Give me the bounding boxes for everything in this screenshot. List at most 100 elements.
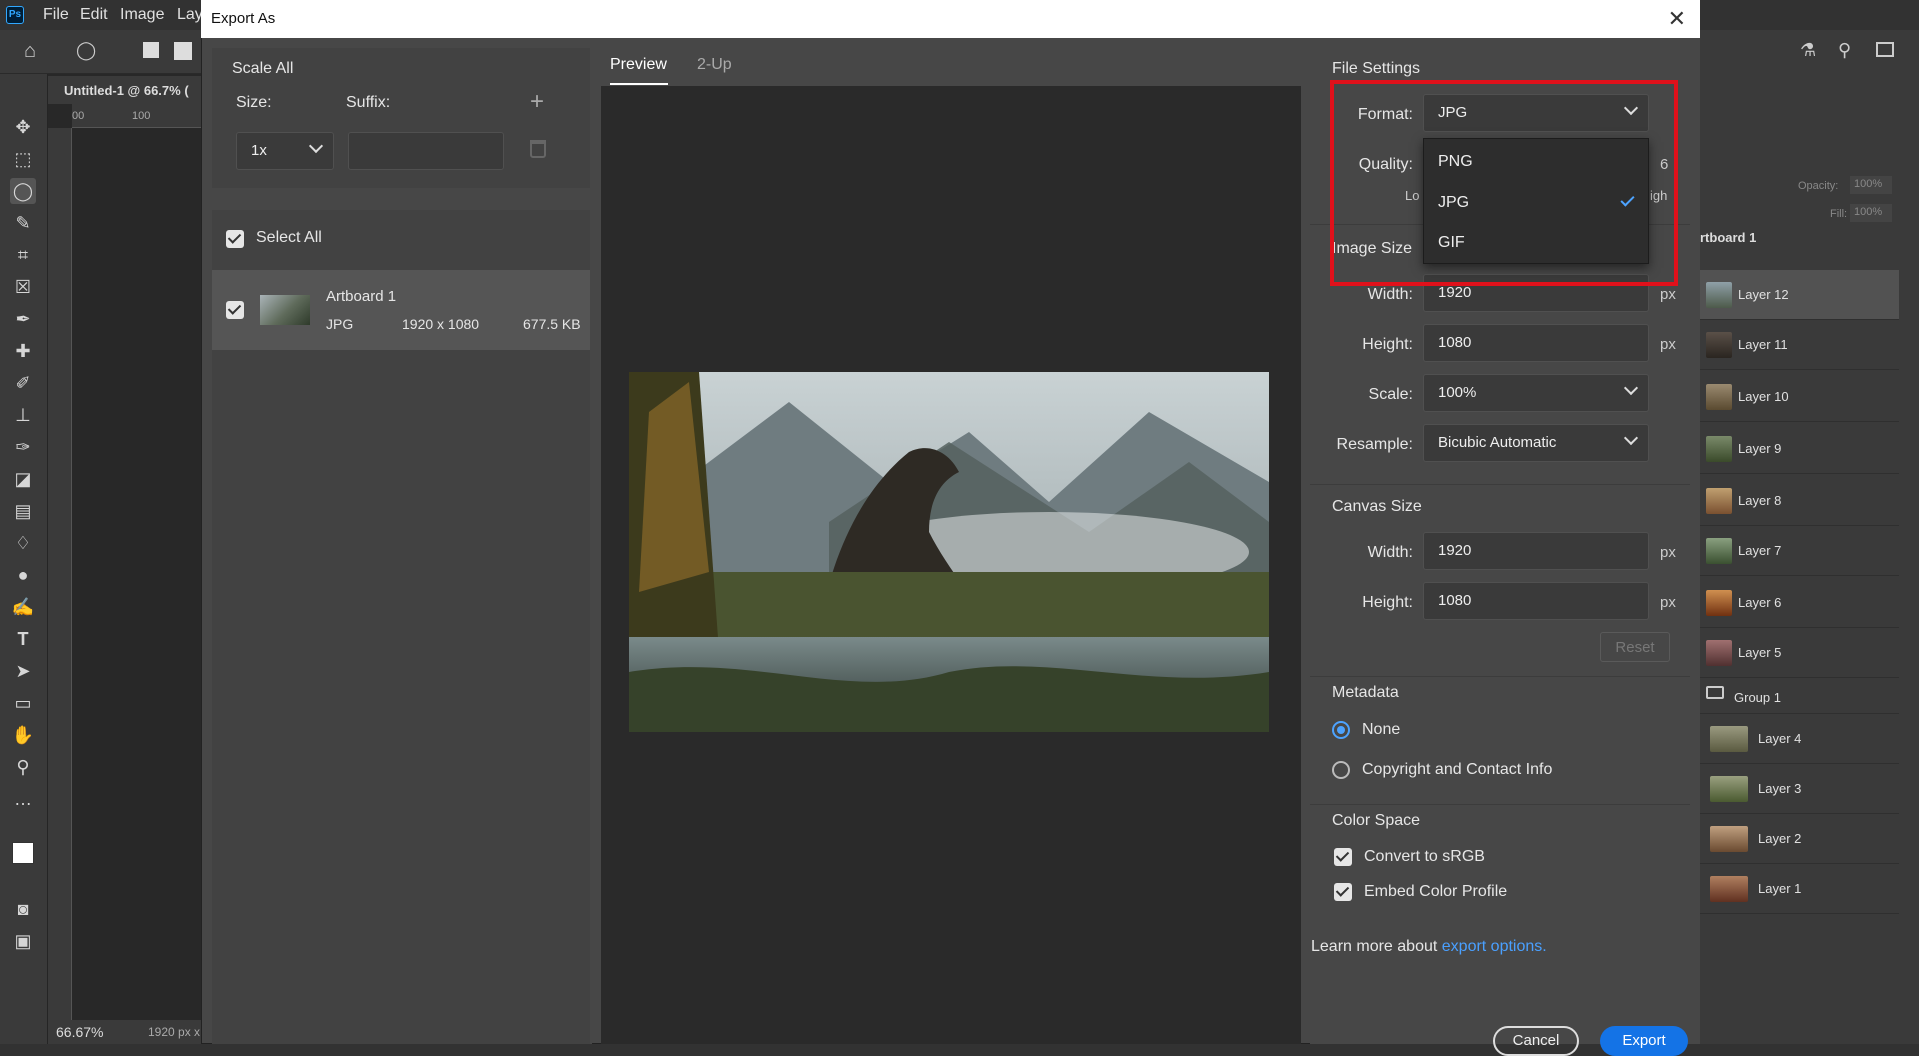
size-select[interactable]: 1x [236, 132, 334, 170]
workspace-icon[interactable] [1876, 42, 1894, 57]
reset-button[interactable]: Reset [1600, 632, 1670, 662]
layer-row[interactable]: Layer 7 [1700, 526, 1899, 576]
layer-row[interactable]: Layer 8 [1700, 476, 1899, 526]
layer-group-row[interactable]: Group 1 [1700, 678, 1899, 714]
layer-row[interactable]: Layer 11 [1700, 320, 1899, 370]
zoom-tool-icon[interactable]: ⚲ [10, 754, 36, 780]
document-tab[interactable]: Untitled-1 @ 66.7% ( [48, 76, 205, 104]
layer-row[interactable]: Layer 10 [1700, 372, 1899, 422]
asset-dimensions: 1920 x 1080 [402, 316, 480, 332]
layer-thumbnail [1710, 876, 1748, 902]
canvas-width-label: Width: [1367, 544, 1413, 561]
gradient-tool-icon[interactable]: ▤ [10, 498, 36, 524]
quick-mask-icon[interactable]: ◙ [10, 896, 36, 922]
layer-thumbnail [1706, 538, 1732, 564]
tab-preview[interactable]: Preview [610, 56, 667, 74]
suffix-input[interactable] [348, 132, 504, 170]
layer-row[interactable]: Layer 5 [1700, 628, 1899, 678]
layer-row[interactable]: Layer 9 [1700, 424, 1899, 474]
screen-mode-icon[interactable]: ▣ [10, 928, 36, 954]
quick-select-icon[interactable]: ✎ [10, 210, 36, 236]
type-tool-icon[interactable]: T [10, 626, 36, 652]
resample-select-value: Bicubic Automatic [1438, 434, 1557, 451]
document-size: 1920 px x [148, 1025, 201, 1039]
ruler-mark: 100 [132, 110, 151, 122]
asset-thumbnail [260, 295, 310, 325]
crop-tool-icon[interactable]: ⌗ [10, 242, 36, 268]
metadata-copyright-label: Copyright and Contact Info [1362, 761, 1553, 778]
select-all-checkbox[interactable] [226, 230, 244, 248]
pen-tool-icon[interactable]: ✍ [10, 594, 36, 620]
cancel-button[interactable]: Cancel [1493, 1026, 1579, 1056]
metadata-copyright-radio[interactable] [1332, 761, 1350, 779]
layer-row[interactable]: Layer 1 [1700, 864, 1899, 914]
scale-select[interactable]: 100% [1423, 374, 1649, 412]
marquee-tool-icon[interactable]: ⬚ [10, 146, 36, 172]
dodge-tool-icon[interactable]: ● [10, 562, 36, 588]
unit-px: px [1660, 594, 1676, 611]
opacity-field[interactable]: 100% [1850, 176, 1892, 194]
convert-srgb-checkbox[interactable] [1334, 848, 1352, 866]
metadata-none-radio[interactable] [1332, 721, 1350, 739]
layer-name: Layer 7 [1738, 543, 1782, 558]
color-space-heading: Color Space [1332, 812, 1421, 829]
embed-profile-label: Embed Color Profile [1364, 883, 1508, 900]
layer-name: Layer 8 [1738, 493, 1782, 508]
export-options-link[interactable]: export options. [1442, 938, 1547, 955]
divider [1310, 484, 1690, 485]
eraser-tool-icon[interactable]: ◪ [10, 466, 36, 492]
stamp-tool-icon[interactable]: ⊥ [10, 402, 36, 428]
layer-thumbnail [1706, 640, 1732, 666]
rectangle-tool-icon[interactable]: ▭ [10, 690, 36, 716]
artboard-label[interactable]: rtboard 1 [1700, 230, 1756, 245]
divider [1310, 676, 1690, 677]
layer-row[interactable]: Layer 6 [1700, 578, 1899, 628]
embed-profile-checkbox[interactable] [1334, 883, 1352, 901]
history-brush-icon[interactable]: ✑ [10, 434, 36, 460]
fill-field[interactable]: 100% [1850, 204, 1892, 222]
lasso-option-icon[interactable]: ◯ [76, 40, 96, 61]
convert-srgb-label: Convert to sRGB [1364, 848, 1485, 865]
more-tools-icon[interactable]: … [10, 786, 36, 812]
learn-icon[interactable]: ⚗ [1800, 40, 1816, 61]
canvas-height-input[interactable]: 1080 [1423, 582, 1649, 620]
hand-tool-icon[interactable]: ✋ [10, 722, 36, 748]
layer-row[interactable]: Layer 2 [1700, 814, 1899, 864]
add-scale-icon[interactable]: + [530, 88, 544, 116]
new-selection-icon[interactable] [143, 42, 159, 58]
brush-tool-icon[interactable]: ✐ [10, 370, 36, 396]
add-selection-icon[interactable] [174, 42, 192, 60]
foreground-color-swatch[interactable] [12, 842, 34, 864]
menu-layer[interactable]: Lay [177, 6, 203, 24]
layer-name: Layer 10 [1738, 389, 1789, 404]
home-icon[interactable]: ⌂ [24, 40, 36, 63]
layer-row[interactable]: Layer 3 [1700, 764, 1899, 814]
move-tool-icon[interactable]: ✥ [10, 114, 36, 140]
scale-label: Scale: [1368, 386, 1413, 403]
search-icon[interactable]: ⚲ [1838, 40, 1851, 61]
resample-select[interactable]: Bicubic Automatic [1423, 424, 1649, 462]
path-select-icon[interactable]: ➤ [10, 658, 36, 684]
asset-checkbox[interactable] [226, 301, 244, 319]
zoom-level[interactable]: 66.67% [56, 1024, 103, 1040]
assets-column: Scale All Size: Suffix: + 1x Select All … [212, 38, 592, 1044]
menu-file[interactable]: File [43, 6, 69, 24]
blur-tool-icon[interactable]: ♢ [10, 530, 36, 556]
canvas-width-input[interactable]: 1920 [1423, 532, 1649, 570]
healing-brush-icon[interactable]: ✚ [10, 338, 36, 364]
menu-edit[interactable]: Edit [80, 6, 108, 24]
menu-image[interactable]: Image [120, 6, 164, 24]
frame-tool-icon[interactable]: ☒ [10, 274, 36, 300]
layer-row[interactable]: Layer 12 [1700, 270, 1899, 320]
layer-name: Layer 6 [1738, 595, 1782, 610]
file-settings-heading: File Settings [1332, 60, 1421, 77]
close-icon[interactable]: ✕ [1668, 6, 1686, 32]
lasso-tool-icon[interactable]: ◯ [10, 178, 36, 204]
unit-px: px [1660, 286, 1676, 303]
trash-icon[interactable] [530, 140, 546, 158]
layer-row[interactable]: Layer 4 [1700, 714, 1899, 764]
export-button[interactable]: Export [1600, 1026, 1688, 1056]
tab-2-up[interactable]: 2-Up [697, 56, 732, 74]
image-height-input[interactable]: 1080 [1423, 324, 1649, 362]
eyedropper-icon[interactable]: ✒ [10, 306, 36, 332]
